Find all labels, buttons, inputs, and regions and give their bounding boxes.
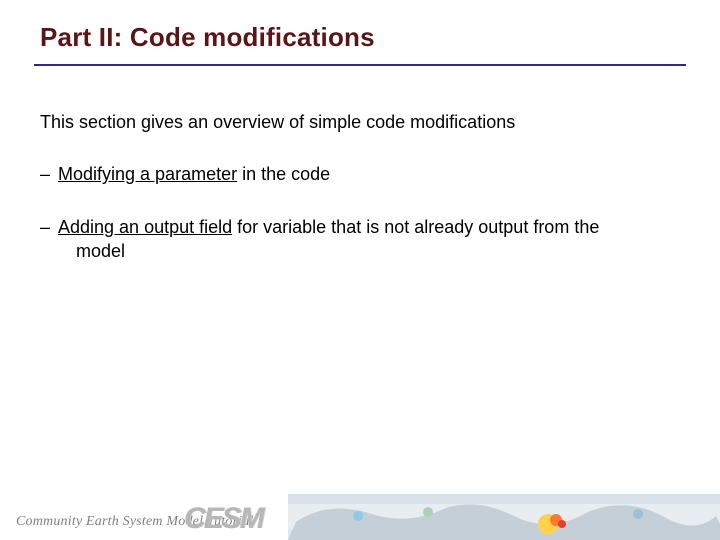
bullet-item-2: – Adding an output field for variable th… bbox=[40, 215, 680, 264]
bullet-item-1: – Modifying a parameter in the code bbox=[40, 162, 680, 186]
bullet-rest-text: for variable that is not already output … bbox=[232, 217, 599, 237]
bullet-dash: – bbox=[40, 215, 50, 239]
bullet-underline-text: Adding an output field bbox=[58, 217, 232, 237]
slide-body: This section gives an overview of simple… bbox=[40, 110, 680, 291]
bullet-underline-text: Modifying a parameter bbox=[58, 164, 237, 184]
bullet-continuation-text: model bbox=[58, 239, 680, 263]
bullet-rest-text: in the code bbox=[237, 164, 330, 184]
footer-logo-text: CESM bbox=[184, 502, 263, 536]
slide-title: Part II: Code modifications bbox=[40, 22, 375, 53]
title-underline bbox=[34, 64, 686, 66]
slide-footer: Community Earth System Model Tutorial CE… bbox=[0, 494, 720, 540]
slide: Part II: Code modifications This section… bbox=[0, 0, 720, 540]
footer-map-image bbox=[288, 494, 720, 540]
intro-text: This section gives an overview of simple… bbox=[40, 110, 680, 134]
bullet-dash: – bbox=[40, 162, 50, 186]
